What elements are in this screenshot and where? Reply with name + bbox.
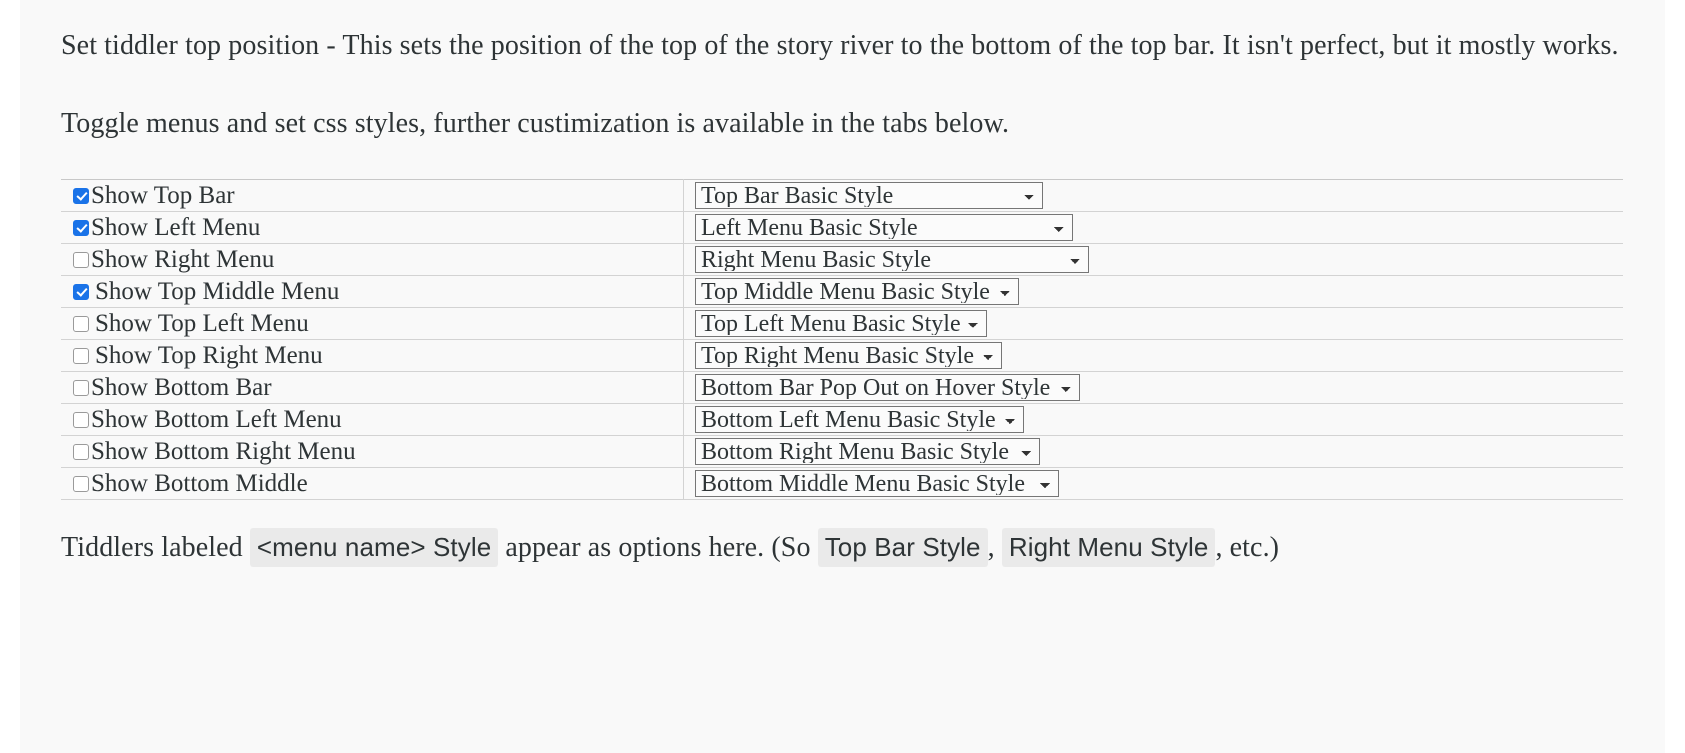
style-select-cell: Right Menu Basic Style (683, 242, 1623, 276)
checkbox-show-top-middle-menu[interactable] (73, 284, 89, 301)
toggle-cell: Show Bottom Left Menu (61, 402, 684, 436)
checkbox-show-bottom-right-menu[interactable] (73, 444, 89, 461)
toggle-cell: Show Top Left Menu (61, 306, 684, 340)
footer-paragraph: Tiddlers labeled <menu name> Style appea… (61, 500, 1642, 574)
footer-tail: , etc.) (1215, 531, 1280, 563)
style-select-cell: Bottom Right Menu Basic Style (683, 434, 1623, 468)
style-select-cell: Bottom Bar Pop Out on Hover Style (683, 370, 1623, 404)
toggle-show-bottom-right-menu[interactable]: Show Bottom Right Menu (73, 439, 683, 464)
style-select-show-top-bar[interactable]: Top Bar Basic Style (695, 181, 1043, 209)
toggle-label: Show Left Menu (91, 213, 261, 241)
intro-paragraph: Set tiddler top position - This sets the… (61, 30, 1619, 61)
content-column: Set tiddler top position - This sets the… (61, 0, 1642, 573)
style-select-show-bottom-left-menu[interactable]: Bottom Left Menu Basic Style (695, 405, 1024, 433)
table-row: Show Top Middle Menu Top Middle Menu Basi… (61, 274, 1623, 308)
checkbox-show-left-menu[interactable] (73, 220, 89, 237)
toggle-show-right-menu[interactable]: Show Right Menu (73, 247, 683, 272)
checkbox-show-bottom-middle[interactable] (73, 476, 89, 493)
toggle-label: Show Bottom Bar (91, 373, 272, 401)
style-select-cell: Bottom Middle Menu Basic Style (683, 466, 1623, 500)
style-select-cell: Top Left Menu Basic Style (683, 306, 1623, 340)
toggle-label: Show Bottom Left Menu (91, 405, 342, 433)
checkbox-show-bottom-left-menu[interactable] (73, 412, 89, 429)
toggle-show-bottom-bar[interactable]: Show Bottom Bar (73, 375, 683, 400)
style-select-cell: Bottom Left Menu Basic Style (683, 402, 1623, 436)
code-top-bar-style: Top Bar Style (817, 527, 988, 567)
toggle-show-top-bar[interactable]: Show Top Bar (73, 183, 683, 208)
table-row: Show Bottom Right Menu Bottom Right Menu … (61, 434, 1623, 468)
toggle-show-top-left-menu[interactable]: Show Top Left Menu (73, 311, 683, 336)
style-select-show-bottom-middle[interactable]: Bottom Middle Menu Basic Style (695, 469, 1059, 497)
table-row: Show Bottom Bar Bottom Bar Pop Out on Hov… (61, 370, 1623, 404)
toggle-label: Show Top Bar (91, 181, 235, 209)
table-row: Show Right Menu Right Menu Basic Style (61, 242, 1623, 276)
table-row: Show Top Bar Top Bar Basic Style (61, 178, 1623, 212)
toggle-show-top-right-menu[interactable]: Show Top Right Menu (73, 343, 683, 368)
toggle-cell: Show Top Bar (61, 178, 684, 212)
checkbox-show-top-left-menu[interactable] (73, 316, 89, 333)
toggle-cell: Show Bottom Middle (61, 466, 684, 500)
style-select-show-right-menu[interactable]: Right Menu Basic Style (695, 245, 1089, 273)
table-row: Show Left Menu Left Menu Basic Style (61, 210, 1623, 244)
style-select-cell: Left Menu Basic Style (683, 210, 1623, 244)
toggle-label: Show Bottom Right Menu (91, 437, 356, 465)
checkbox-show-top-bar[interactable] (73, 188, 89, 205)
code-menu-name-style: <menu name> Style (249, 527, 499, 567)
style-select-cell: Top Right Menu Basic Style (683, 338, 1623, 372)
toggle-show-bottom-left-menu[interactable]: Show Bottom Left Menu (73, 407, 683, 432)
toggle-label: Show Right Menu (91, 245, 275, 273)
toggle-label: Show Top Middle Menu (95, 277, 340, 305)
toggle-show-left-menu[interactable]: Show Left Menu (73, 215, 683, 240)
checkbox-show-right-menu[interactable] (73, 252, 89, 269)
toggle-cell: Show Left Menu (61, 210, 684, 244)
menu-options-table: Show Top Bar Top Bar Basic Style Show Left… (61, 178, 1623, 500)
table-row: Show Bottom Middle Bottom Middle Menu Bas… (61, 466, 1623, 500)
style-select-show-top-left-menu[interactable]: Top Left Menu Basic Style (695, 309, 987, 337)
table-row: Show Bottom Left Menu Bottom Left Menu Ba… (61, 402, 1623, 436)
footer-lead: Tiddlers labeled (61, 531, 243, 563)
toggle-show-bottom-middle[interactable]: Show Bottom Middle (73, 471, 683, 496)
footer-comma: , (987, 531, 995, 563)
toggle-cell: Show Right Menu (61, 242, 684, 276)
toggle-show-top-middle-menu[interactable]: Show Top Middle Menu (73, 279, 683, 304)
checkbox-show-bottom-bar[interactable] (73, 380, 89, 397)
footer-middle: appear as options here. (So (505, 531, 811, 563)
page-surface: Set tiddler top position - This sets the… (20, 0, 1665, 753)
style-select-cell: Top Bar Basic Style (683, 178, 1623, 212)
code-right-menu-style: Right Menu Style (1001, 527, 1216, 567)
toggle-cell: Show Top Right Menu (61, 338, 684, 372)
toggle-cell: Show Top Middle Menu (61, 274, 684, 308)
menu-options-body: Show Top Bar Top Bar Basic Style Show Left… (61, 178, 1623, 500)
toggle-hint-paragraph: Toggle menus and set css styles, further… (61, 107, 1010, 139)
toggle-label: Show Bottom Middle (91, 469, 308, 497)
table-row: Show Top Right Menu Top Right Menu Basic … (61, 338, 1623, 372)
toggle-label: Show Top Right Menu (95, 341, 323, 369)
checkbox-show-top-right-menu[interactable] (73, 348, 89, 365)
style-select-show-left-menu[interactable]: Left Menu Basic Style (695, 213, 1073, 241)
toggle-cell: Show Bottom Right Menu (61, 434, 684, 468)
toggle-cell: Show Bottom Bar (61, 370, 684, 404)
table-row: Show Top Left Menu Top Left Menu Basic St… (61, 306, 1623, 340)
style-select-show-bottom-bar[interactable]: Bottom Bar Pop Out on Hover Style (695, 373, 1080, 401)
style-select-show-top-right-menu[interactable]: Top Right Menu Basic Style (695, 341, 1002, 369)
toggle-label: Show Top Left Menu (95, 309, 309, 337)
style-select-show-bottom-right-menu[interactable]: Bottom Right Menu Basic Style (695, 437, 1040, 465)
style-select-cell: Top Middle Menu Basic Style (683, 274, 1623, 308)
style-select-show-top-middle-menu[interactable]: Top Middle Menu Basic Style (695, 277, 1019, 305)
